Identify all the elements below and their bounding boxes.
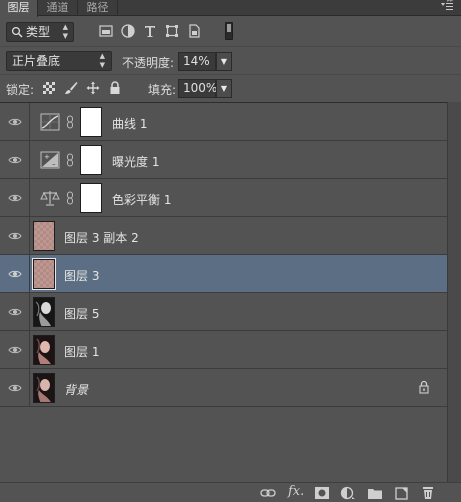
layer-thumbnail[interactable] bbox=[33, 335, 55, 365]
eye-icon bbox=[8, 308, 22, 316]
layer-row-selected[interactable]: 图层 3 bbox=[0, 255, 447, 293]
new-adjustment-layer-icon[interactable] bbox=[340, 486, 356, 500]
visibility-toggle[interactable] bbox=[0, 179, 30, 216]
lock-image-pixels-brush-icon[interactable] bbox=[64, 81, 78, 95]
layer-row[interactable]: 图层 3 副本 2 bbox=[0, 217, 447, 255]
filter-kind-select[interactable]: 类型 ▲ ▼ bbox=[6, 22, 74, 42]
adjustment-filter-icon[interactable] bbox=[120, 23, 136, 39]
filter-kind-label: 类型 bbox=[26, 25, 51, 39]
layer-name[interactable]: 图层 3 bbox=[64, 267, 99, 284]
opacity-input[interactable]: 14% bbox=[178, 52, 216, 71]
lock-all-icon[interactable] bbox=[108, 81, 122, 95]
blend-mode-value: 正片叠底 bbox=[12, 54, 61, 68]
layer-thumbnail[interactable] bbox=[32, 258, 56, 290]
visibility-toggle[interactable] bbox=[0, 293, 30, 330]
new-group-icon[interactable] bbox=[367, 486, 383, 500]
delete-layer-icon[interactable] bbox=[420, 486, 436, 500]
tab-paths[interactable]: 路径 bbox=[78, 0, 118, 16]
link-chain-icon[interactable] bbox=[66, 115, 74, 129]
updown-chevron-icon: ▲ ▼ bbox=[62, 23, 68, 40]
layer-thumbnail[interactable] bbox=[33, 221, 55, 251]
type-filter-icon[interactable] bbox=[142, 23, 158, 39]
blend-mode-select[interactable]: 正片叠底 ▲ ▼ bbox=[6, 51, 112, 71]
eye-icon bbox=[8, 270, 22, 278]
link-chain-icon[interactable] bbox=[66, 191, 74, 205]
layers-list: 曲线 1 + – 曝光度 1 色彩平衡 1 图层 3 副本 2 图层 3 图层 … bbox=[0, 102, 447, 407]
lock-position-move-icon[interactable] bbox=[86, 81, 100, 95]
tab-channels[interactable]: 通道 bbox=[38, 0, 78, 16]
add-layer-style-icon[interactable]: fx. bbox=[288, 484, 304, 499]
layer-row[interactable]: 曲线 1 bbox=[0, 103, 447, 141]
opacity-slider-button[interactable]: ▼ bbox=[216, 52, 232, 71]
fill-label: 填充: bbox=[148, 83, 177, 97]
color-balance-icon bbox=[40, 191, 60, 206]
layer-thumbnail[interactable] bbox=[33, 297, 55, 327]
visibility-toggle[interactable] bbox=[0, 331, 30, 368]
search-icon bbox=[11, 26, 23, 38]
blend-row: 正片叠底 ▲ ▼ 不透明度: 14% ▼ bbox=[0, 46, 461, 74]
eye-icon bbox=[8, 156, 22, 164]
visibility-toggle[interactable] bbox=[0, 369, 30, 406]
eye-icon bbox=[8, 346, 22, 354]
eye-icon bbox=[8, 384, 22, 392]
tab-layers[interactable]: 图层 bbox=[0, 0, 38, 17]
updown-chevron-icon: ▲ ▼ bbox=[99, 52, 105, 69]
add-mask-icon[interactable] bbox=[314, 486, 330, 500]
lock-transparent-pixels-icon[interactable] bbox=[42, 81, 56, 95]
lock-icon bbox=[419, 380, 429, 394]
filter-toggle-switch[interactable] bbox=[225, 22, 233, 40]
layer-row[interactable]: 图层 5 bbox=[0, 293, 447, 331]
panel-tab-bar: 图层 通道 路径 ▸▸ bbox=[0, 0, 461, 17]
lock-row: 锁定: 填充: 100% ▼ bbox=[0, 74, 461, 100]
layer-row[interactable]: 图层 1 bbox=[0, 331, 447, 369]
fill-slider-button[interactable]: ▼ bbox=[216, 79, 232, 98]
eye-icon bbox=[8, 232, 22, 240]
layer-row[interactable]: + – 曝光度 1 bbox=[0, 141, 447, 179]
layer-mask-thumbnail[interactable] bbox=[80, 183, 102, 213]
eye-icon bbox=[8, 118, 22, 126]
layer-name[interactable]: 色彩平衡 1 bbox=[112, 191, 171, 208]
layer-name[interactable]: 曲线 1 bbox=[112, 115, 147, 132]
layers-scrollbar[interactable] bbox=[447, 102, 461, 482]
panel-menu-icon[interactable] bbox=[439, 1, 455, 15]
layer-mask-thumbnail[interactable] bbox=[80, 107, 102, 137]
layer-name[interactable]: 曝光度 1 bbox=[112, 153, 159, 170]
opacity-label: 不透明度: bbox=[122, 56, 175, 70]
new-layer-icon[interactable] bbox=[394, 486, 410, 500]
fill-input[interactable]: 100% bbox=[178, 79, 217, 98]
lock-label: 锁定: bbox=[6, 83, 35, 97]
shape-filter-icon[interactable] bbox=[164, 23, 180, 39]
visibility-toggle[interactable] bbox=[0, 255, 30, 292]
svg-text:+: + bbox=[44, 153, 50, 161]
pixel-filter-icon[interactable] bbox=[98, 23, 114, 39]
layer-name[interactable]: 背景 bbox=[64, 381, 88, 398]
layer-mask-thumbnail[interactable] bbox=[80, 145, 102, 175]
visibility-toggle[interactable] bbox=[0, 141, 30, 178]
layer-name[interactable]: 图层 1 bbox=[64, 343, 99, 360]
svg-text:–: – bbox=[52, 160, 56, 168]
curves-icon bbox=[40, 113, 60, 131]
smart-object-filter-icon[interactable] bbox=[186, 23, 202, 39]
exposure-icon: +– bbox=[40, 151, 60, 169]
layer-name[interactable]: 图层 3 副本 2 bbox=[64, 229, 139, 246]
layer-filter-row: 类型 ▲ ▼ bbox=[0, 17, 461, 45]
visibility-toggle[interactable] bbox=[0, 217, 30, 254]
layers-bottom-toolbar: fx. bbox=[0, 482, 461, 502]
link-layers-icon[interactable] bbox=[260, 486, 276, 500]
layer-name[interactable]: 图层 5 bbox=[64, 305, 99, 322]
visibility-toggle[interactable] bbox=[0, 103, 30, 140]
link-chain-icon[interactable] bbox=[66, 153, 74, 167]
layer-thumbnail[interactable] bbox=[33, 373, 55, 403]
eye-icon bbox=[8, 194, 22, 202]
layer-row[interactable]: 色彩平衡 1 bbox=[0, 179, 447, 217]
layer-row-background[interactable]: 背景 bbox=[0, 369, 447, 407]
